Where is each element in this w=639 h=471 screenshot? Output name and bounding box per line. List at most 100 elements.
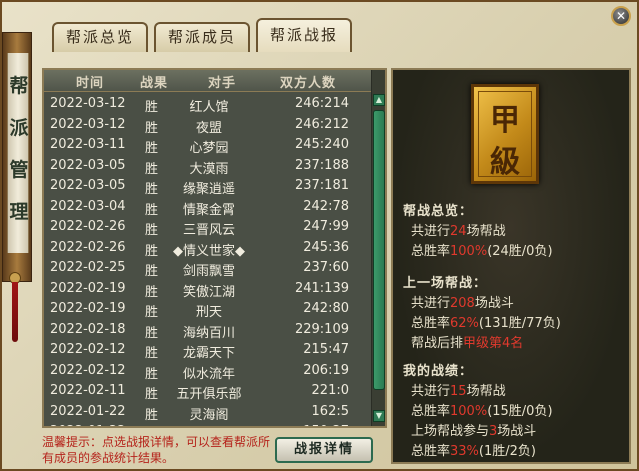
last-battle-line: 共进行208场战斗	[411, 292, 514, 311]
guild-window: 帮 派 管 理 ✕ 帮派总览 帮派成员 帮派战报 时间 战果 对手 双方人数 2…	[0, 0, 639, 471]
row-date: 2022-02-18	[50, 321, 126, 337]
label: 共进行	[411, 384, 451, 399]
label: (15胜/0负)	[487, 404, 553, 419]
row-count: 246:212	[294, 116, 349, 132]
row-date: 2022-03-11	[50, 137, 126, 152]
tab-guild-members[interactable]: 帮派成员	[154, 22, 251, 52]
list-scrollbar[interactable]: ▲ ▼	[371, 70, 385, 426]
header-time: 时间	[76, 76, 105, 91]
row-opponent: 五开俱乐部	[176, 387, 242, 402]
row-opponent: ◆情义世家◆	[173, 243, 245, 259]
row-date: 2022-01-22	[50, 424, 126, 426]
value: 62%	[450, 316, 479, 331]
row-count: 237:188	[294, 157, 349, 173]
value: 甲级第4名	[463, 336, 524, 351]
overview-line: 共进行24场帮战	[411, 220, 506, 239]
table-row[interactable]: 2022-02-11 胜五开俱乐部 221:0	[44, 381, 370, 402]
last-battle-winrate: 总胜率62%(131胜/77负)	[411, 312, 561, 331]
row-count: 241:139	[294, 280, 349, 296]
table-row[interactable]: 2022-03-05 胜大漠雨 237:188	[44, 156, 370, 177]
last-battle-rank: 帮战后排甲级第4名	[411, 332, 523, 351]
label: 共进行	[411, 224, 451, 239]
rank-emblem-icon: 甲 級	[471, 84, 539, 184]
row-count: 245:240	[294, 137, 349, 152]
row-count: 247:99	[303, 219, 349, 234]
tassel	[12, 282, 18, 342]
overview-winrate: 总胜率100%(24胜/0负)	[411, 240, 553, 259]
my-record-title: 我的战绩：	[403, 364, 474, 379]
table-row[interactable]: 2022-03-12 胜夜盟 246:212	[44, 115, 370, 136]
row-count: 242:78	[303, 198, 349, 214]
table-row[interactable]: 2022-02-18 胜海纳百川 229:109	[44, 320, 370, 341]
row-count: 237:181	[294, 178, 349, 193]
scroll-title-char: 管	[9, 159, 29, 181]
row-count: 150:27	[287, 424, 349, 426]
list-header: 时间 战果 对手 双方人数	[44, 70, 374, 92]
label: 共进行	[411, 296, 451, 311]
row-date: 2022-02-19	[50, 280, 126, 296]
row-count: 162:5	[311, 403, 349, 419]
tab-guild-battle-report[interactable]: 帮派战报	[256, 18, 353, 52]
table-row[interactable]: 2022-03-05 胜缘聚逍遥 237:181	[44, 176, 370, 197]
value: 208	[450, 296, 475, 311]
emblem-char: 級	[490, 145, 520, 180]
row-count: 246:214	[294, 96, 349, 111]
table-row[interactable]: 2022-02-26 胜三晋风云 247:99	[44, 217, 370, 238]
label: 总胜率	[411, 316, 451, 331]
label: 场帮战	[466, 384, 506, 399]
row-date: 2022-02-26	[50, 239, 126, 255]
table-row[interactable]: 2022-03-04 胜情聚金霄 242:78	[44, 197, 370, 218]
table-row[interactable]: 2022-01-22胜碧血阁150:27	[44, 422, 370, 426]
scroll-title-char: 派	[9, 117, 29, 139]
row-opponent: 刑天	[195, 305, 222, 320]
label: 帮战后排	[411, 336, 464, 351]
battle-summary-panel: 甲 級 帮战总览： 共进行24场帮战 总胜率100%(24胜/0负) 上一场帮战…	[391, 68, 631, 464]
overview-title: 帮战总览：	[403, 204, 474, 219]
table-row[interactable]: 2022-01-22 胜灵海阁 162:5	[44, 402, 370, 423]
value: 100%	[450, 244, 488, 259]
table-row[interactable]: 2022-02-12 胜似水流年 206:19	[44, 361, 370, 382]
table-row[interactable]: 2022-02-12 胜龙霸天下 215:47	[44, 340, 370, 361]
row-opponent: 情聚金霄	[182, 202, 235, 218]
table-row[interactable]: 2022-02-19 胜刑天 242:80	[44, 299, 370, 320]
battle-list-panel: 时间 战果 对手 双方人数 2022-03-12 胜红人馆 246:214 2022-…	[42, 68, 387, 428]
my-record-line: 共进行15场帮战	[411, 380, 506, 399]
label: 场战斗	[474, 296, 514, 311]
row-count: 221:0	[311, 383, 349, 398]
guild-management-scroll: 帮 派 管 理	[2, 32, 32, 282]
scroll-down-icon[interactable]: ▼	[373, 410, 385, 422]
value: 100%	[450, 404, 488, 419]
close-button[interactable]: ✕	[611, 6, 631, 26]
label: (24胜/0负)	[487, 244, 553, 259]
value: 15	[450, 384, 467, 399]
scroll-paper: 帮 派 管 理	[7, 53, 29, 253]
row-opponent: 夜盟	[195, 120, 222, 136]
battle-detail-button[interactable]: 战报详情	[275, 437, 373, 463]
table-row[interactable]: 2022-03-11 胜心梦园 245:240	[44, 135, 370, 156]
label: (1胜/2负)	[478, 444, 536, 459]
row-date: 2022-02-12	[50, 362, 126, 378]
table-row[interactable]: 2022-03-12 胜红人馆 246:214	[44, 94, 370, 115]
table-row[interactable]: 2022-02-19 胜笑傲江湖 241:139	[44, 279, 370, 300]
row-opponent: 心梦园	[189, 141, 229, 156]
row-opponent: 剑雨飘雪	[182, 264, 235, 279]
scroll-up-icon[interactable]: ▲	[373, 94, 385, 106]
row-date: 2022-02-12	[50, 342, 126, 357]
header-opponent: 对手	[208, 76, 237, 91]
row-opponent: 红人馆	[189, 100, 229, 115]
row-opponent: 似水流年	[182, 366, 235, 382]
table-row[interactable]: 2022-02-26 胜 ◆情义世家◆ 245:36	[44, 238, 370, 259]
label: 总胜率	[411, 244, 451, 259]
table-row[interactable]: 2022-02-25 胜剑雨飘雪 237:60	[44, 258, 370, 279]
row-count: 237:60	[303, 260, 349, 275]
my-record-winrate: 总胜率100%(15胜/0负)	[411, 400, 553, 419]
my-last-battle-line: 上场帮战参与3场战斗	[411, 420, 536, 439]
scroll-thumb[interactable]	[373, 110, 385, 390]
tab-guild-overview[interactable]: 帮派总览	[52, 22, 149, 52]
row-count: 215:47	[303, 342, 349, 357]
row-date: 2022-03-12	[50, 116, 126, 132]
row-date: 2022-03-05	[50, 157, 126, 173]
row-opponent: 灵海阁	[189, 407, 229, 423]
header-count: 双方人数	[280, 76, 337, 91]
scroll-title-char: 帮	[9, 75, 29, 97]
